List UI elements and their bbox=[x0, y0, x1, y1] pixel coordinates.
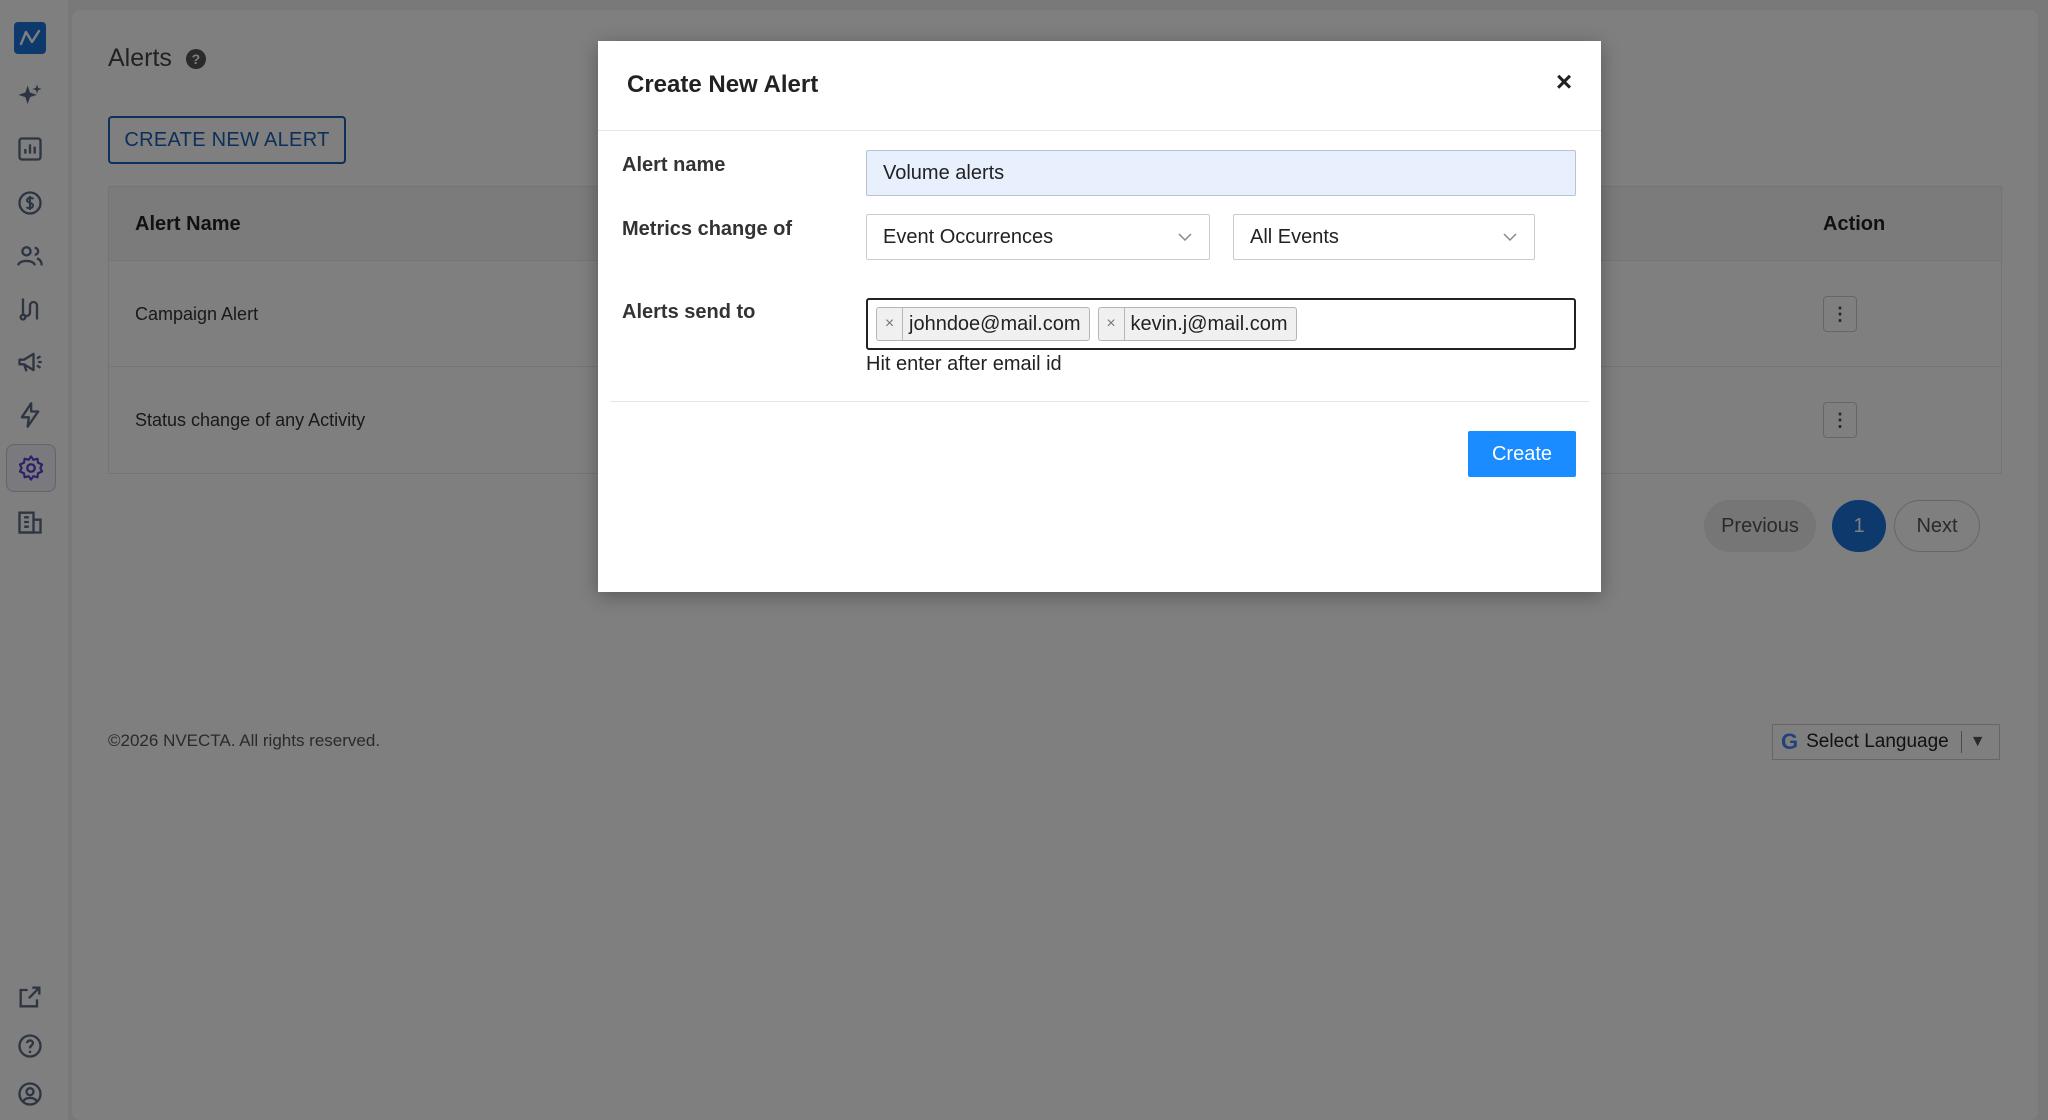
recipient-tag: × kevin.j@mail.com bbox=[1097, 307, 1297, 341]
create-alert-modal: Create New Alert × Alert name Volume ale… bbox=[598, 41, 1601, 592]
metrics-change-label: Metrics change of bbox=[622, 218, 793, 240]
close-icon[interactable]: × bbox=[1549, 66, 1579, 97]
modal-title: Create New Alert bbox=[627, 71, 819, 98]
modal-divider bbox=[610, 401, 1589, 402]
recipients-hint: Hit enter after email id bbox=[866, 353, 1062, 375]
metric-select[interactable]: Event Occurrences bbox=[866, 214, 1210, 260]
alerts-send-to-label: Alerts send to bbox=[622, 301, 756, 323]
recipient-email: kevin.j@mail.com bbox=[1130, 312, 1288, 335]
alert-name-input[interactable]: Volume alerts bbox=[866, 150, 1576, 196]
modal-header: Create New Alert × bbox=[598, 41, 1601, 131]
remove-tag-icon[interactable]: × bbox=[877, 308, 903, 340]
metric-select-value: Event Occurrences bbox=[883, 225, 1054, 248]
chevron-down-icon bbox=[1503, 233, 1517, 242]
recipient-tag: × johndoe@mail.com bbox=[876, 307, 1090, 341]
recipient-email: johndoe@mail.com bbox=[909, 312, 1081, 335]
chevron-down-icon bbox=[1178, 233, 1192, 242]
events-select[interactable]: All Events bbox=[1233, 214, 1535, 260]
remove-tag-icon[interactable]: × bbox=[1099, 308, 1125, 340]
events-select-value: All Events bbox=[1250, 225, 1339, 248]
create-button[interactable]: Create bbox=[1468, 431, 1576, 477]
recipients-tag-input[interactable]: × johndoe@mail.com × kevin.j@mail.com bbox=[866, 298, 1576, 350]
alert-name-label: Alert name bbox=[622, 154, 726, 176]
